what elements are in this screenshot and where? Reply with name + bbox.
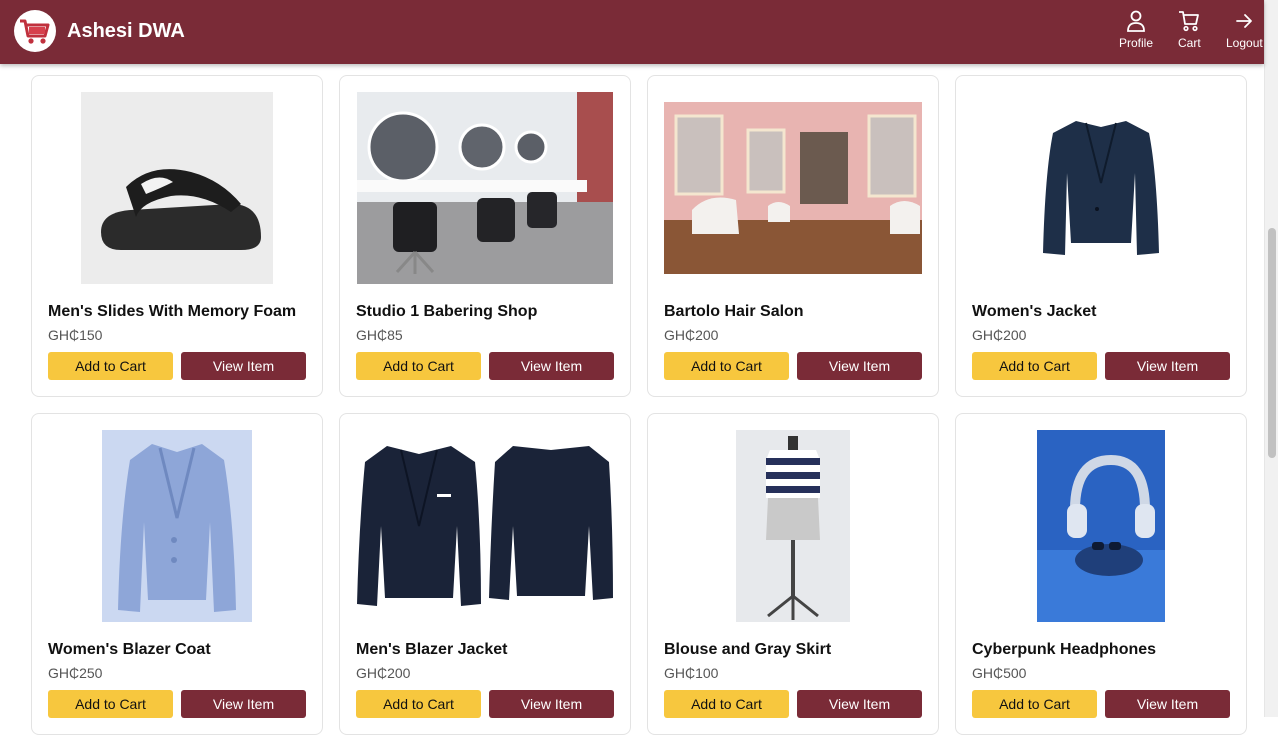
add-to-cart-button[interactable]: Add to Cart (972, 352, 1097, 380)
product-name: Cyberpunk Headphones (972, 641, 1157, 658)
view-item-button[interactable]: View Item (797, 352, 922, 380)
product-card: Studio 1 Babering Shop GH₵85 Add to Cart… (339, 75, 631, 397)
product-name: Women's Jacket (972, 303, 1097, 320)
product-card: Men's Blazer Jacket GH₵200 Add to Cart V… (339, 413, 631, 735)
scrollbar-thumb[interactable] (1268, 228, 1276, 458)
view-item-button[interactable]: View Item (1105, 690, 1230, 718)
view-item-button[interactable]: View Item (797, 690, 922, 718)
product-price: GH₵250 (48, 665, 103, 681)
product-price: GH₵200 (664, 327, 719, 343)
add-to-cart-button[interactable]: Add to Cart (664, 352, 789, 380)
product-price: GH₵200 (972, 327, 1027, 343)
logout-nav-button[interactable]: Logout (1226, 10, 1263, 50)
product-price: GH₵100 (664, 665, 719, 681)
product-price: GH₵200 (356, 665, 411, 681)
product-card: Men's Slides With Memory Foam GH₵150 Add… (31, 75, 323, 397)
product-price: GH₵150 (48, 327, 103, 343)
brand-title[interactable]: Ashesi DWA (67, 20, 185, 43)
product-name: Men's Blazer Jacket (356, 641, 508, 658)
product-image[interactable] (356, 92, 614, 284)
product-image[interactable] (48, 430, 306, 622)
cart-label: Cart (1178, 36, 1201, 50)
product-image[interactable] (972, 92, 1230, 284)
cart-nav-button[interactable]: Cart (1178, 10, 1201, 50)
add-to-cart-button[interactable]: Add to Cart (664, 690, 789, 718)
add-to-cart-button[interactable]: Add to Cart (356, 690, 481, 718)
product-name: Women's Blazer Coat (48, 641, 211, 658)
product-card: Women's Blazer Coat GH₵250 Add to Cart V… (31, 413, 323, 735)
product-price: GH₵85 (356, 327, 403, 343)
product-name: Studio 1 Babering Shop (356, 303, 538, 320)
product-image[interactable] (48, 92, 306, 284)
product-name: Blouse and Gray Skirt (664, 641, 832, 658)
product-image[interactable] (664, 92, 922, 284)
product-card: Bartolo Hair Salon GH₵200 Add to Cart Vi… (647, 75, 939, 397)
product-card: Cyberpunk Headphones GH₵500 Add to Cart … (955, 413, 1247, 735)
product-card: Women's Jacket GH₵200 Add to Cart View I… (955, 75, 1247, 397)
view-item-button[interactable]: View Item (181, 352, 306, 380)
profile-nav-button[interactable]: Profile (1119, 10, 1153, 50)
product-price: GH₵500 (972, 665, 1027, 681)
add-to-cart-button[interactable]: Add to Cart (48, 352, 173, 380)
add-to-cart-button[interactable]: Add to Cart (356, 352, 481, 380)
profile-label: Profile (1119, 36, 1154, 50)
product-image[interactable] (664, 430, 922, 622)
shopping-cart-icon[interactable] (14, 10, 56, 52)
product-image[interactable] (972, 430, 1230, 622)
add-to-cart-button[interactable]: Add to Cart (48, 690, 173, 718)
view-item-button[interactable]: View Item (181, 690, 306, 718)
cart-icon (1179, 11, 1200, 32)
product-card: Blouse and Gray Skirt GH₵100 Add to Cart… (647, 413, 939, 735)
top-navbar: Ashesi DWA Profile Cart Logout (0, 0, 1264, 64)
add-to-cart-button[interactable]: Add to Cart (972, 690, 1097, 718)
product-name: Bartolo Hair Salon (664, 303, 804, 320)
vertical-scrollbar[interactable] (1264, 0, 1278, 717)
arrow-right-icon (1236, 14, 1253, 28)
view-item-button[interactable]: View Item (489, 690, 614, 718)
view-item-button[interactable]: View Item (489, 352, 614, 380)
view-item-button[interactable]: View Item (1105, 352, 1230, 380)
user-icon (1127, 10, 1145, 32)
product-name: Men's Slides With Memory Foam (48, 303, 297, 320)
product-image[interactable] (356, 430, 614, 622)
logout-label: Logout (1226, 36, 1263, 50)
